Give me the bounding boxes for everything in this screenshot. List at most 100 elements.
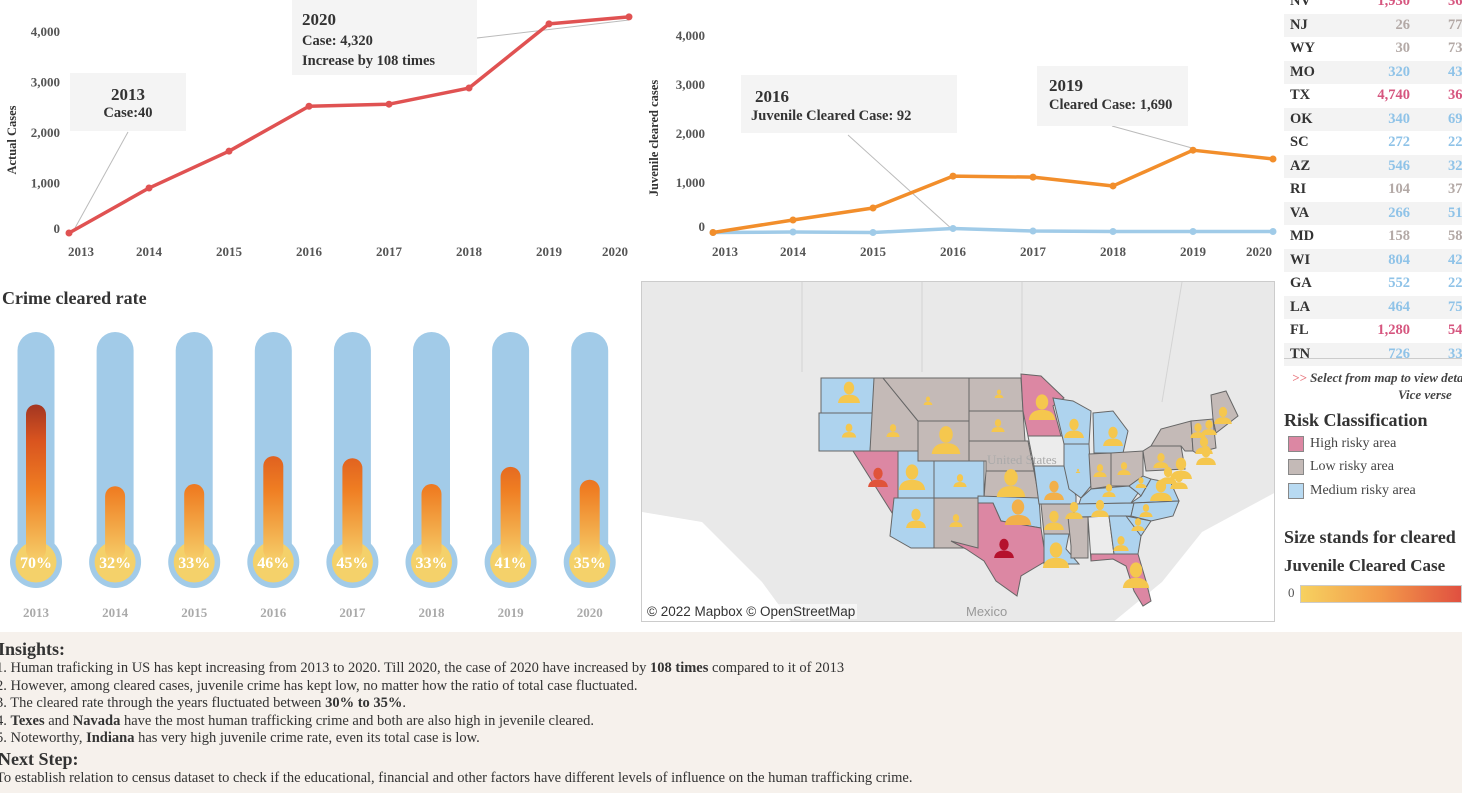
total-case-cell: 26 xyxy=(1395,16,1411,33)
person-head xyxy=(905,464,919,480)
map-canvas[interactable]: United States xyxy=(642,282,1275,622)
us-risk-map[interactable]: United States © 2022 Mapbox © OpenStreet… xyxy=(641,281,1275,622)
state-cell: AZ xyxy=(1290,157,1311,174)
person-head xyxy=(952,514,960,522)
legend-item-high[interactable]: High risky area xyxy=(1288,436,1396,452)
juvenile-cleared-chart: 0 1,000 2,000 3,000 4,000 Juvenile cleared ca… xyxy=(647,28,1277,259)
table-row[interactable]: RI 104 37 xyxy=(1284,178,1462,202)
table-row[interactable]: OK 340 69 xyxy=(1284,107,1462,131)
legend-label: High risky area xyxy=(1310,436,1397,451)
year-label: 2017 xyxy=(339,605,366,620)
second-value-cell: 36 xyxy=(1448,87,1462,104)
x-tick-label: 2014 xyxy=(780,244,807,259)
state-cell: TX xyxy=(1290,87,1311,104)
person-head xyxy=(994,419,1002,427)
table-row[interactable]: TX 4,740 36 xyxy=(1284,84,1462,108)
table-row[interactable]: MD 158 58 xyxy=(1284,225,1462,249)
swatch-low xyxy=(1288,459,1304,475)
x-tick-label: 2019 xyxy=(1180,244,1207,259)
total-case-cell: 30 xyxy=(1395,40,1411,57)
table-row[interactable]: TN 726 33 xyxy=(1284,342,1462,366)
insights-panel: Insights: 1. Human traficking in US has … xyxy=(0,632,1462,793)
data-point xyxy=(1109,182,1117,190)
person-head xyxy=(1194,423,1202,432)
total-case-cell: 546 xyxy=(1388,157,1410,174)
state-cell: RI xyxy=(1290,181,1307,198)
y-tick-label: 4,000 xyxy=(676,28,705,43)
rate-label: 70% xyxy=(20,555,52,572)
state-cell: NV xyxy=(1290,0,1311,10)
person-head xyxy=(1175,457,1187,471)
person-head xyxy=(1199,436,1209,448)
person-head xyxy=(1129,562,1143,578)
rate-label: 33% xyxy=(416,555,448,572)
next-step-text: To establish relation to census dataset … xyxy=(0,769,913,786)
second-value-cell: 58 xyxy=(1448,228,1462,245)
table-row[interactable]: LA 464 75 xyxy=(1284,295,1462,319)
legend-item-medium[interactable]: Medium risky area xyxy=(1288,483,1416,499)
x-tick-label: 2019 xyxy=(536,244,563,259)
state-table[interactable]: NV 1,930 36 NJ 26 77 WY 30 73 MO 320 43 TX 4,740 36 OK 3… xyxy=(1284,0,1462,366)
table-row[interactable]: MO 320 43 xyxy=(1284,60,1462,84)
swatch-medium xyxy=(1288,483,1304,499)
annotation-text: Case:40 xyxy=(103,105,153,121)
map-credit[interactable]: © 2022 Mapbox © OpenStreetMap xyxy=(645,604,858,619)
year-label: 2019 xyxy=(498,605,525,620)
hint-arrow: >> xyxy=(1292,370,1307,385)
y-tick-label: 0 xyxy=(699,219,706,234)
table-row[interactable]: SC 272 22 xyxy=(1284,131,1462,155)
x-tick-label: 2013 xyxy=(68,244,95,259)
state-cell: WI xyxy=(1290,251,1311,268)
thermometer-fill xyxy=(579,479,600,560)
person-head xyxy=(1096,464,1104,472)
risk-legend-title: Risk Classification xyxy=(1284,410,1428,430)
thermometer-fill xyxy=(500,466,521,560)
person-head xyxy=(1134,518,1142,526)
person-head xyxy=(1138,477,1144,484)
person-head xyxy=(873,467,883,480)
second-value-cell: 54 xyxy=(1448,322,1462,339)
data-point xyxy=(1029,173,1037,181)
legend-item-low[interactable]: Low risky area xyxy=(1288,459,1394,475)
table-divider xyxy=(1284,358,1462,359)
annotation-text: Juvenile Cleared Case: 92 xyxy=(751,108,912,124)
y-tick-label: 0 xyxy=(54,221,61,236)
series-line xyxy=(712,226,1273,235)
y-tick-label: 4,000 xyxy=(31,24,60,39)
data-point xyxy=(789,228,797,236)
total-case-cell: 158 xyxy=(1388,228,1410,245)
table-row[interactable]: GA 552 22 xyxy=(1284,272,1462,296)
x-tick-label: 2018 xyxy=(1100,244,1127,259)
data-point xyxy=(949,172,957,180)
table-row[interactable]: FL 1,280 54 xyxy=(1284,319,1462,343)
insight-4: 4. Texes and Navada have the most human … xyxy=(0,712,594,729)
person-head xyxy=(1004,469,1018,486)
state-cell: VA xyxy=(1290,204,1310,221)
second-value-cell: 73 xyxy=(1448,40,1462,57)
hint-text: Select from map to view details xyxy=(1310,370,1462,385)
table-row[interactable]: NV 1,930 36 xyxy=(1284,0,1462,14)
y-axis-label: Actual Cases xyxy=(5,105,19,174)
data-point xyxy=(385,100,393,108)
second-value-cell: 32 xyxy=(1448,157,1462,174)
person-head xyxy=(1069,501,1079,513)
annotation-text: Cleared Case: 1,690 xyxy=(1049,97,1173,113)
x-tick-label: 2017 xyxy=(376,244,403,259)
annotation-year: 2020 xyxy=(302,10,336,29)
year-label: 2018 xyxy=(419,605,446,620)
year-label: 2020 xyxy=(577,605,603,620)
table-row[interactable]: AZ 546 32 xyxy=(1284,154,1462,178)
table-row[interactable]: WI 804 42 xyxy=(1284,248,1462,272)
rate-label: 41% xyxy=(495,555,527,572)
total-case-cell: 340 xyxy=(1388,110,1410,127)
table-row[interactable]: VA 266 51 xyxy=(1284,201,1462,225)
cleared-rate-chart: 70% 2013 32% 2014 33% 2015 46% 2016 45% 2017 33% 20… xyxy=(10,332,616,620)
table-row[interactable]: WY 30 73 xyxy=(1284,37,1462,61)
x-tick-label: 2014 xyxy=(136,244,163,259)
table-hint: >> Select from map to view details Vice … xyxy=(1292,369,1462,403)
y-tick-label: 2,000 xyxy=(31,125,60,140)
thermometer-fill xyxy=(105,486,126,560)
person-head xyxy=(939,426,953,443)
data-point xyxy=(305,102,313,110)
table-row[interactable]: NJ 26 77 xyxy=(1284,13,1462,37)
